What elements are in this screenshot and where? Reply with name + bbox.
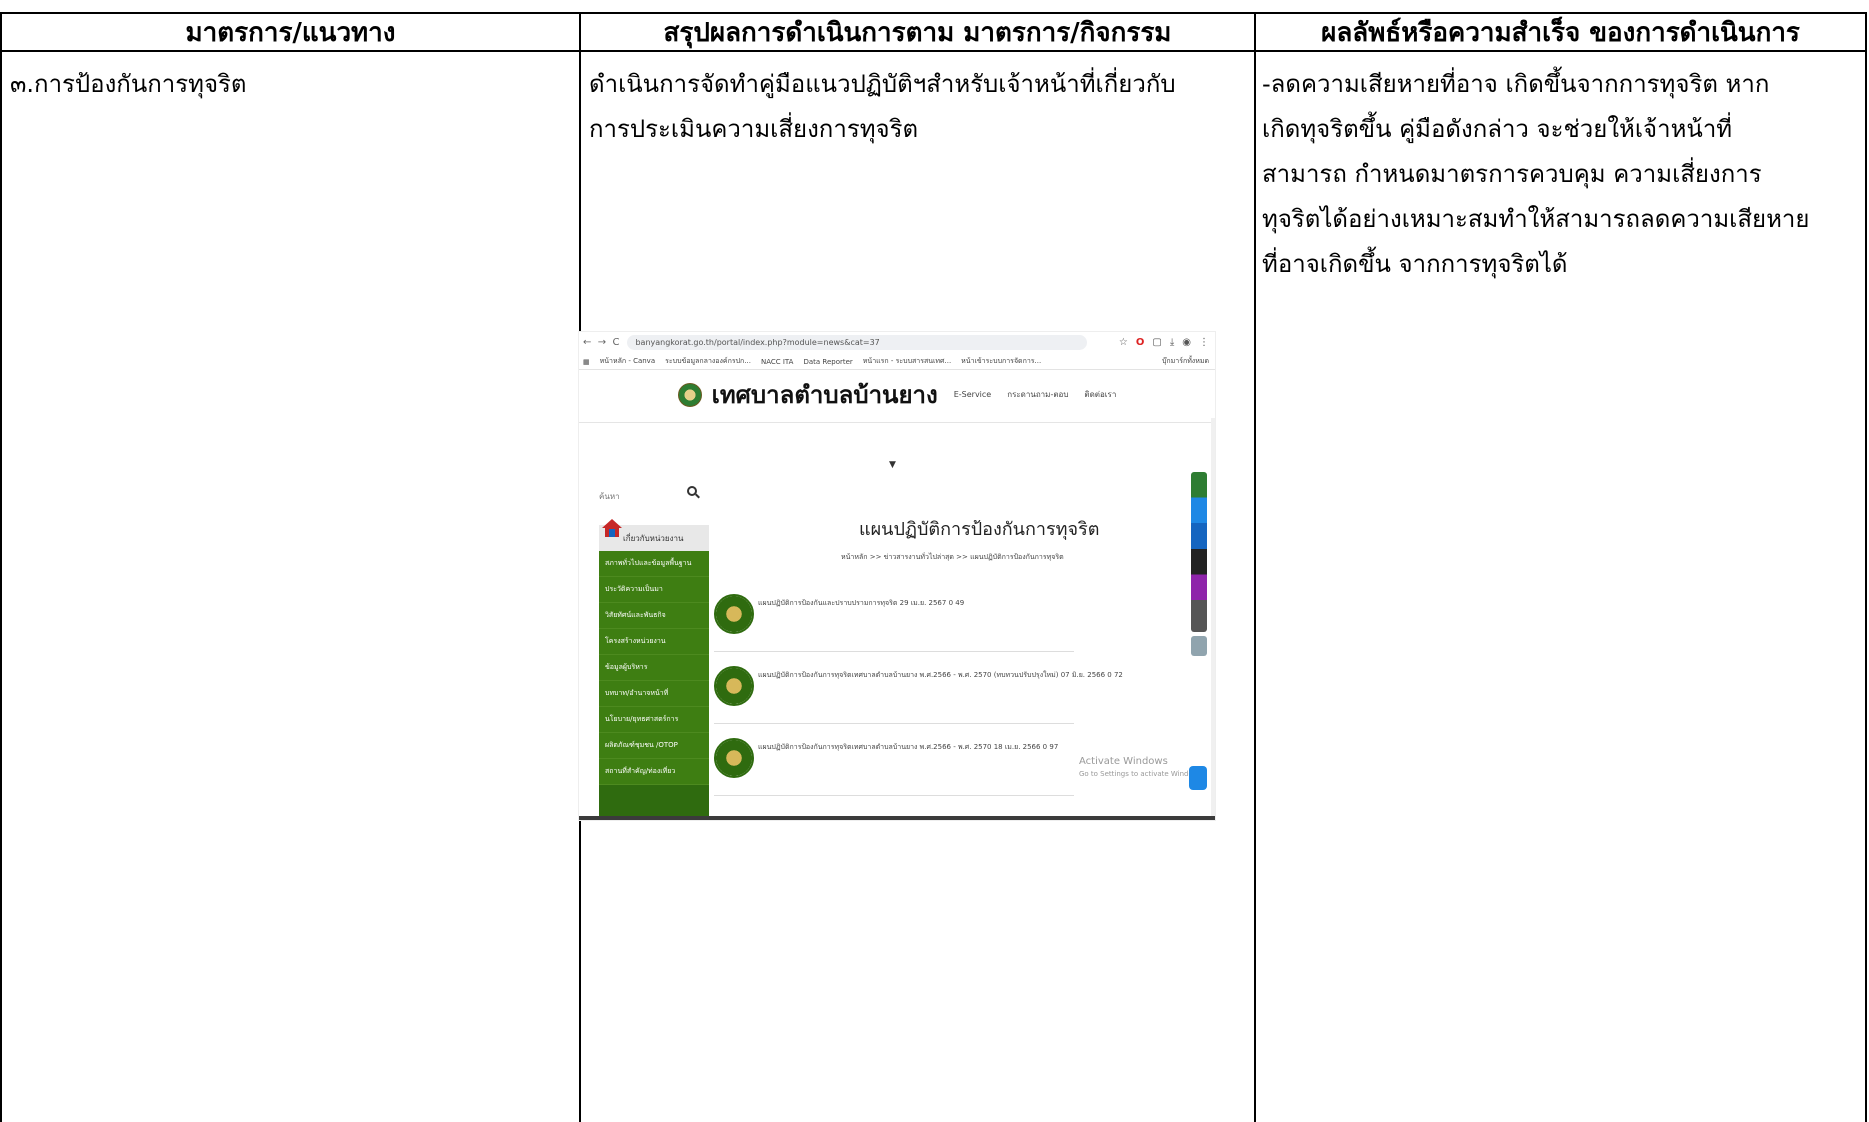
all-bookmarks: บุ๊กมาร์กทั้งหมด: [1161, 357, 1209, 365]
post-divider: [714, 723, 1074, 724]
site-header: เทศบาลตำบลบ้านยาง E-Service กระดานถาม-ตอ…: [579, 372, 1215, 417]
breadcrumb: หน้าหลัก >> ข่าวสารงานทั่วไปล่าสุด >> แผ…: [841, 553, 1064, 561]
bookmark: หน้าเข้าระบบการจัดการ...: [961, 357, 1042, 365]
sidebar-item: นโยบาย/ยุทธศาสตร์การ: [599, 707, 709, 733]
post-title: แผนปฏิบัติการป้องกันและปราบปรามการทุจริต…: [758, 599, 965, 607]
sidebar-heading-label: เกี่ยวกับหน่วยงาน: [623, 533, 684, 543]
header-summary: สรุปผลการดำเนินการตาม มาตรการ/กิจกรรม: [579, 12, 1254, 52]
bookmarks-bar: ▦ หน้าหลัก - Canva ระบบข้อมูลกลางองค์กรป…: [579, 354, 1215, 370]
result-cell: -ลดความเสียหายที่อาจ เกิดขึ้นจากการทุจริ…: [1262, 70, 1810, 278]
column-measure: [0, 52, 579, 1122]
home-icon: [602, 519, 622, 537]
address-bar: banyangkorat.go.th/portal/index.php?modu…: [627, 334, 1088, 350]
tab-icon: ▢: [1152, 336, 1162, 348]
menu-qa: กระดานถาม-ตอบ: [1007, 390, 1069, 399]
activate-windows-watermark: Activate Windows Go to Settings to activ…: [1079, 756, 1204, 780]
bookmark: หน้าหลัก - Canva: [599, 357, 656, 365]
news-post: แผนปฏิบัติการป้องกันการทุจริตเทศบาลตำบลบ…: [714, 656, 1123, 724]
menu-contact: ติดต่อเรา: [1084, 390, 1117, 399]
bookmark: หน้าแรก - ระบบสารสนเทศ...: [862, 357, 952, 365]
more-icon: ⋮: [1199, 336, 1209, 348]
document-icon: [1191, 636, 1207, 656]
summary-cell: ดำเนินการจัดทำคู่มือแนวปฏิบัติฯสำหรับเจ้…: [589, 70, 1176, 143]
page-heading: แผนปฏิบัติการป้องกันการทุจริต: [859, 519, 1100, 540]
sidebar-item: วิสัยทัศน์และพันธกิจ: [599, 603, 709, 629]
search-icon: [687, 486, 697, 496]
post-title: แผนปฏิบัติการป้องกันการทุจริตเทศบาลตำบลบ…: [758, 743, 1059, 751]
scrollbar: [1211, 418, 1215, 816]
news-post: แผนปฏิบัติการป้องกันการทุจริตเทศบาลตำบลบ…: [714, 728, 1074, 796]
post-divider: [714, 651, 1074, 652]
browser-toolbar: ← → C banyangkorat.go.th/portal/index.ph…: [579, 332, 1215, 352]
sidebar-item: สถานที่สำคัญ/ท่องเที่ยว: [599, 759, 709, 785]
sidebar-item: โครงสร้างหน่วยงาน: [599, 629, 709, 655]
menu-eservice: E-Service: [953, 390, 992, 399]
activate-subtitle: Go to Settings to activate Windows.: [1079, 770, 1205, 778]
bookmark: Data Reporter: [803, 357, 853, 366]
website-screenshot: ← → C banyangkorat.go.th/portal/index.ph…: [579, 332, 1215, 820]
download-icon: ⤓: [1169, 336, 1175, 348]
post-title: แผนปฏิบัติการป้องกันการทุจริตเทศบาลตำบลบ…: [758, 671, 1123, 679]
sidebar-item: ผลิตภัณฑ์ชุมชน /OTOP: [599, 733, 709, 759]
post-seal-icon: [714, 738, 754, 778]
site-sidebar: เกี่ยวกับหน่วยงาน สภาพทั่วไปและข้อมูลพื้…: [599, 519, 709, 816]
header-result: ผลลัพธ์หรือความสำเร็จ ของการดำเนินการ: [1254, 12, 1867, 52]
post-divider: [714, 795, 1074, 796]
bookmark: NACC ITA: [760, 357, 794, 366]
post-seal-icon: [714, 666, 754, 706]
sidebar-item: บทบาท/อำนาจหน้าที่: [599, 681, 709, 707]
extension-icon: O: [1135, 336, 1145, 348]
measure-cell: ๓.การป้องกันการทุจริต: [10, 70, 247, 98]
sidebar-item: ข้อมูลผู้บริหาร: [599, 655, 709, 681]
star-icon: ☆: [1118, 336, 1128, 348]
municipal-seal-icon: [677, 382, 702, 407]
sidebar-item: ประวัติความเป็นมา: [599, 577, 709, 603]
header-divider: [579, 422, 1215, 423]
browser-actions: ☆ O ▢ ⤓ ◉ ⋮: [1119, 337, 1215, 348]
post-seal-icon: [714, 594, 754, 634]
apps-icon: ▦: [583, 357, 590, 366]
news-post: แผนปฏิบัติการป้องกันและปราบปรามการทุจริต…: [714, 584, 1074, 652]
header-measure: มาตรการ/แนวทาง: [0, 12, 579, 52]
search-input: ค้นหา: [599, 492, 620, 501]
profile-icon: ◉: [1182, 336, 1191, 348]
bookmark: ระบบข้อมูลกลางองค์กรปก...: [665, 357, 751, 365]
chat-icon: [1189, 766, 1207, 790]
chevron-down-icon: ▼: [889, 460, 896, 470]
social-floating-bar: [1191, 472, 1207, 632]
sidebar-heading: เกี่ยวกับหน่วยงาน: [599, 519, 709, 551]
sidebar-item: สภาพทั่วไปและข้อมูลพื้นฐาน: [599, 551, 709, 577]
activate-title: Activate Windows: [1079, 756, 1168, 767]
nav-icons: ← → C: [583, 336, 620, 348]
site-title: เทศบาลตำบลบ้านยาง: [711, 381, 938, 409]
